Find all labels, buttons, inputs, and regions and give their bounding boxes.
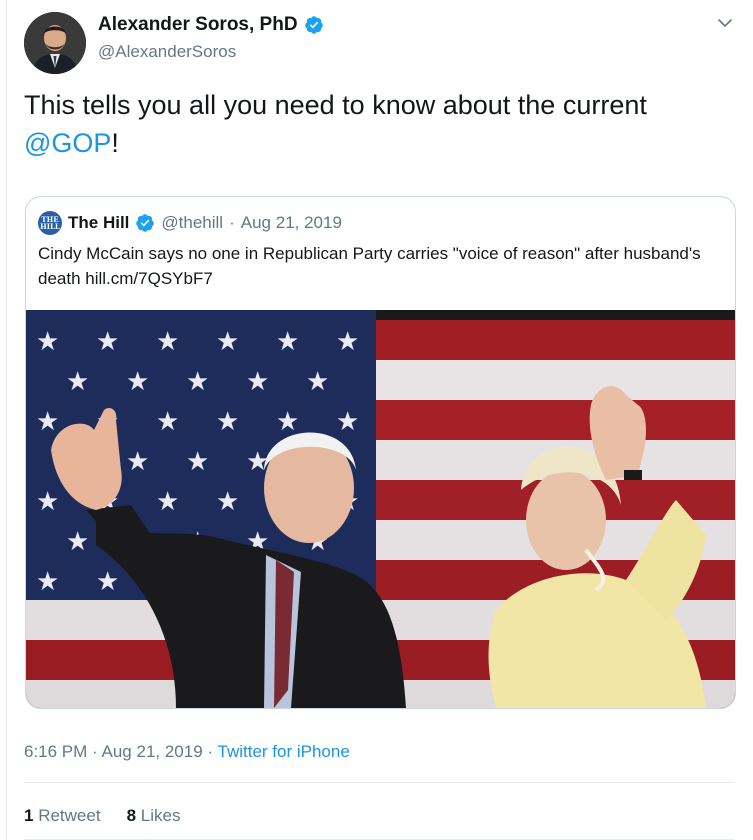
svg-text:★: ★: [246, 367, 269, 397]
left-border: [6, 0, 7, 840]
quoted-tweet-text: Cindy McCain says no one in Republican P…: [38, 244, 701, 288]
divider: [24, 782, 734, 783]
svg-text:★: ★: [276, 327, 299, 357]
quoted-tweet-header: THE HILL The Hill @thehill · Aug 21, 201…: [38, 211, 342, 235]
svg-text:★: ★: [216, 407, 239, 437]
quoted-tweet-card[interactable]: THE HILL The Hill @thehill · Aug 21, 201…: [25, 196, 736, 709]
svg-text:★: ★: [186, 447, 209, 477]
svg-text:★: ★: [36, 487, 59, 517]
likes-count: 8: [126, 806, 137, 825]
tweet-text-body: This tells you all you need to know abou…: [24, 90, 647, 120]
tweet-source-link[interactable]: Twitter for iPhone: [218, 742, 350, 761]
retweets-count: 1: [24, 806, 34, 825]
svg-text:★: ★: [66, 367, 89, 397]
svg-text:★: ★: [36, 327, 59, 357]
svg-text:★: ★: [156, 407, 179, 437]
quoted-account-name: The Hill: [68, 213, 130, 232]
quoted-account-handle: @thehill: [161, 213, 224, 232]
separator-dot: ·: [92, 742, 98, 761]
tweet-meta: 6:16 PM · Aug 21, 2019 · Twitter for iPh…: [24, 742, 350, 762]
mention-link[interactable]: @GOP: [24, 128, 111, 158]
svg-text:★: ★: [306, 367, 329, 397]
svg-text:★: ★: [216, 487, 239, 517]
verified-badge-icon: [136, 214, 155, 232]
svg-text:★: ★: [336, 407, 359, 437]
svg-text:★: ★: [36, 407, 59, 437]
svg-text:★: ★: [96, 327, 119, 357]
separator-dot: ·: [229, 213, 235, 232]
likes-label: Likes: [140, 806, 181, 825]
svg-text:★: ★: [126, 367, 149, 397]
tweet-text: This tells you all you need to know abou…: [24, 86, 724, 162]
author-name[interactable]: Alexander Soros, PhD: [98, 14, 324, 36]
quoted-tweet-date: Aug 21, 2019: [240, 213, 342, 232]
author-name-text[interactable]: Alexander Soros, PhD: [98, 14, 298, 36]
tweet-date[interactable]: Aug 21, 2019: [102, 742, 203, 761]
svg-text:★: ★: [66, 527, 89, 557]
svg-text:★: ★: [216, 327, 239, 357]
svg-text:★: ★: [276, 407, 299, 437]
quoted-account-logo: THE HILL: [38, 211, 62, 235]
quoted-tweet-photo[interactable]: ★★★★★★ ★★★★★ ★★★★★★ ★★★★★ ★★★★★★ ★★★★★ ★…: [26, 310, 735, 708]
author-avatar[interactable]: [24, 12, 86, 74]
tweet-text-end: !: [111, 128, 119, 158]
svg-text:★: ★: [126, 447, 149, 477]
svg-text:★: ★: [336, 327, 359, 357]
verified-badge-icon: [304, 16, 323, 34]
retweets-label: Retweet: [38, 806, 101, 825]
author-handle[interactable]: @AlexanderSoros: [98, 42, 236, 62]
svg-text:★: ★: [156, 327, 179, 357]
tweet-time[interactable]: 6:16 PM: [24, 742, 87, 761]
separator-dot: ·: [207, 742, 214, 761]
svg-text:★: ★: [36, 567, 59, 597]
svg-text:★: ★: [186, 367, 209, 397]
avatar-portrait-image: [24, 12, 86, 74]
tweet-stats: 1 Retweet 8 Likes: [24, 806, 180, 826]
svg-text:★: ★: [96, 567, 119, 597]
chevron-down-icon[interactable]: [716, 14, 734, 32]
svg-text:★: ★: [156, 487, 179, 517]
likes-stat[interactable]: 8 Likes: [127, 806, 181, 826]
retweets-stat[interactable]: 1 Retweet: [24, 806, 101, 826]
